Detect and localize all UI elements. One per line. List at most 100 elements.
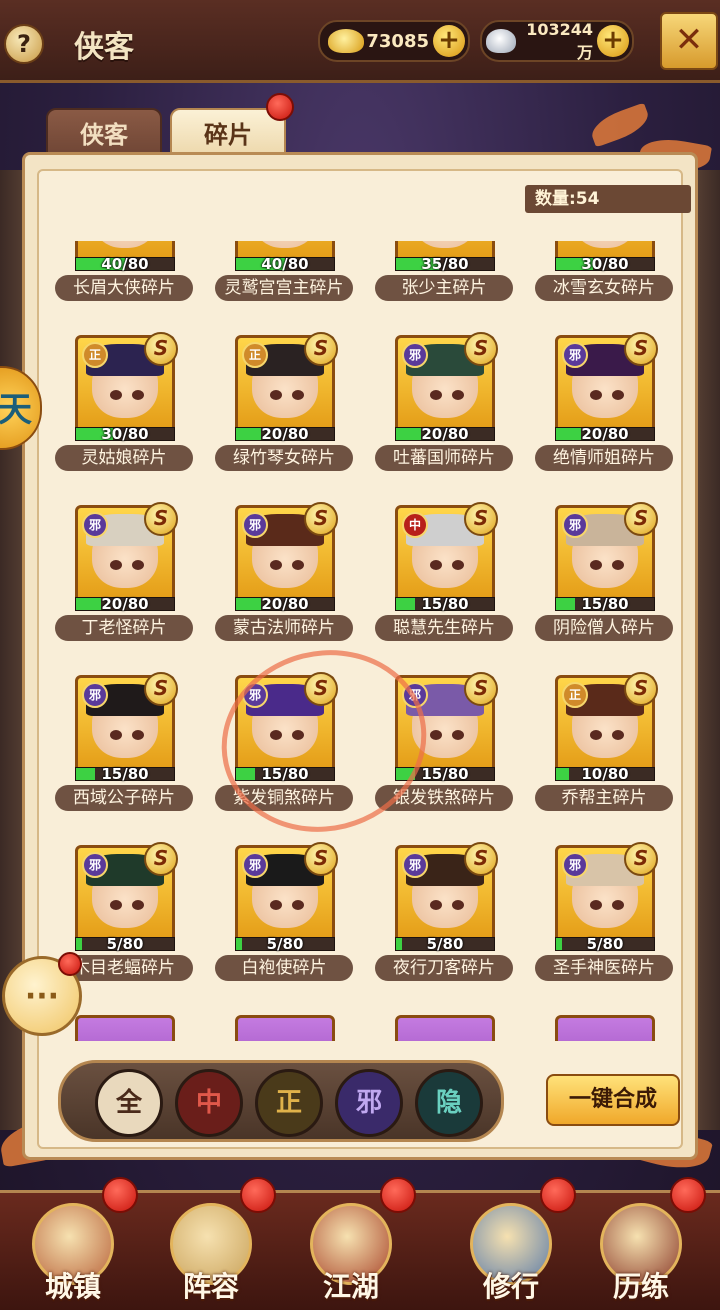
hero-portrait: 邪S bbox=[395, 672, 498, 775]
progress-text: 40/80 bbox=[261, 255, 309, 273]
fragment-card[interactable]: 中 S 15/80 聪慧先生碎片 bbox=[359, 502, 519, 665]
fragment-name: 银发铁煞碎片 bbox=[375, 785, 513, 811]
progress-text: 15/80 bbox=[421, 765, 469, 783]
fragment-card[interactable]: 邪 S 20/80 蒙古法师碎片 bbox=[199, 502, 359, 665]
fragment-card[interactable]: 邪 S 15/80 阴险僧人碎片 bbox=[519, 502, 679, 665]
fragment-progress-bar: 30/80 bbox=[75, 425, 175, 443]
progress-text: 30/80 bbox=[581, 255, 629, 273]
eye-icon bbox=[270, 560, 282, 570]
eye-icon bbox=[452, 900, 464, 910]
add-silver-button[interactable]: + bbox=[597, 25, 629, 57]
fragment-progress-bar: 35/80 bbox=[395, 255, 495, 273]
filter-zhong-button[interactable]: 中 bbox=[175, 1069, 243, 1137]
page-title: 侠客 bbox=[74, 30, 134, 65]
fragment-card[interactable]: 正 S 20/80 绿竹琴女碎片 bbox=[199, 332, 359, 495]
hero-portrait: 邪S bbox=[235, 842, 338, 945]
fragment-card[interactable]: 邪 S 5/80 圣手神医碎片 bbox=[519, 842, 679, 1005]
fragment-progress-bar: 5/80 bbox=[395, 935, 495, 953]
fragment-name: 蒙古法师碎片 bbox=[215, 615, 353, 641]
grade-badge: S bbox=[624, 502, 658, 536]
fragment-name: 长眉大侠碎片 bbox=[55, 275, 193, 301]
fragment-name: 白袍使碎片 bbox=[215, 955, 353, 981]
nav-town[interactable]: 城镇 bbox=[18, 1177, 138, 1310]
progress-text: 5/80 bbox=[266, 935, 304, 953]
fragment-card[interactable]: 邪 S 5/80 夜行刀客碎片 bbox=[359, 842, 519, 1005]
help-button[interactable]: ? bbox=[4, 24, 44, 64]
grade-badge: S bbox=[144, 502, 178, 536]
eye-icon bbox=[110, 900, 122, 910]
face-icon bbox=[92, 241, 158, 248]
fragment-card[interactable]: S35/80张少主碎片 bbox=[359, 241, 519, 325]
nav-lineup[interactable]: 阵容 bbox=[156, 1177, 276, 1310]
fragment-card[interactable]: 正 S 30/80 灵姑娘碎片 bbox=[39, 332, 199, 495]
eye-icon bbox=[612, 730, 624, 740]
progress-text: 20/80 bbox=[261, 425, 309, 443]
filter-zheng-button[interactable]: 正 bbox=[255, 1069, 323, 1137]
notification-dot bbox=[240, 1177, 276, 1213]
eye-icon bbox=[132, 730, 144, 740]
fragment-card[interactable]: S40/80长眉大侠碎片 bbox=[39, 241, 199, 325]
hero-portrait: 邪S bbox=[75, 672, 178, 775]
faction-badge: 正 bbox=[242, 342, 268, 368]
add-gold-button[interactable]: + bbox=[433, 25, 465, 57]
eye-icon bbox=[452, 560, 464, 570]
eye-icon bbox=[110, 730, 122, 740]
fragment-name: 灵姑娘碎片 bbox=[55, 445, 193, 471]
nav-cultivation[interactable]: 修行 bbox=[456, 1177, 576, 1310]
fragment-name: 绿竹琴女碎片 bbox=[215, 445, 353, 471]
eye-icon bbox=[430, 730, 442, 740]
progress-text: 20/80 bbox=[261, 595, 309, 613]
fragment-name: 灵鹫宫宫主碎片 bbox=[215, 275, 353, 301]
fragment-name: 夜行刀客碎片 bbox=[375, 955, 513, 981]
grade-badge: S bbox=[624, 672, 658, 706]
grade-badge: S bbox=[464, 672, 498, 706]
hero-portrait: 邪S bbox=[555, 842, 658, 945]
fragment-card[interactable]: 邪 S 15/80 西域公子碎片 bbox=[39, 672, 199, 835]
fragment-card[interactable]: 邪 S 5/80 白袍使碎片 bbox=[199, 842, 359, 1005]
hero-portrait: 正S bbox=[235, 332, 338, 435]
fragment-progress-bar: 20/80 bbox=[235, 425, 335, 443]
filter-all-button[interactable]: 全 bbox=[95, 1069, 163, 1137]
fragment-card[interactable]: 邪 S 15/80 银发铁煞碎片 bbox=[359, 672, 519, 835]
eye-icon bbox=[292, 390, 304, 400]
fragment-name: 阴险僧人碎片 bbox=[535, 615, 673, 641]
fragment-card[interactable]: S30/80冰雪玄女碎片 bbox=[519, 241, 679, 325]
fragment-card[interactable]: 邪 S 15/80 紫发铜煞碎片 bbox=[199, 672, 359, 835]
eye-icon bbox=[270, 390, 282, 400]
fragment-progress-bar: 20/80 bbox=[235, 595, 335, 613]
fragment-card[interactable]: 正 S 10/80 乔帮主碎片 bbox=[519, 672, 679, 835]
nav-training[interactable]: 历练 bbox=[586, 1177, 706, 1310]
faction-badge: 邪 bbox=[82, 682, 108, 708]
fragment-progress-bar: 5/80 bbox=[235, 935, 335, 953]
nav-label: 历练 bbox=[612, 1270, 669, 1303]
grade-badge: S bbox=[304, 332, 338, 366]
fragment-progress-bar: 20/80 bbox=[395, 425, 495, 443]
faction-badge: 邪 bbox=[562, 852, 588, 878]
one-click-synthesize-button[interactable]: 一键合成 bbox=[546, 1074, 680, 1126]
fragment-card[interactable]: 邪 S 20/80 吐蕃国师碎片 bbox=[359, 332, 519, 495]
eye-icon bbox=[590, 730, 602, 740]
close-button[interactable]: ✕ bbox=[660, 12, 718, 70]
progress-text: 15/80 bbox=[581, 595, 629, 613]
progress-text: 5/80 bbox=[586, 935, 624, 953]
nav-jianghu[interactable]: 江湖 bbox=[296, 1177, 416, 1310]
fragment-count: 数量:54 bbox=[525, 185, 691, 213]
fragment-progress-bar: 30/80 bbox=[555, 255, 655, 273]
gold-ingot-icon bbox=[328, 29, 364, 53]
filter-xie-button[interactable]: 邪 bbox=[335, 1069, 403, 1137]
fragment-card[interactable]: S40/80灵鹫宫宫主碎片 bbox=[199, 241, 359, 325]
hero-portrait: 正S bbox=[555, 672, 658, 775]
fragment-name: 张少主碎片 bbox=[375, 275, 513, 301]
faction-badge: 邪 bbox=[82, 852, 108, 878]
hero-portrait bbox=[235, 1015, 335, 1041]
fragment-name: 圣手神医碎片 bbox=[535, 955, 673, 981]
notification-dot bbox=[266, 93, 294, 121]
fragment-grid[interactable]: S 40/80 长眉大侠碎片 S 40/80 灵鹫宫宫主碎片 S 35/80 张少主碎片 S 30/… bbox=[39, 241, 685, 1041]
eye-icon bbox=[430, 900, 442, 910]
fragment-card[interactable]: 邪 S 20/80 绝情师姐碎片 bbox=[519, 332, 679, 495]
eye-icon bbox=[132, 560, 144, 570]
chat-notification-dot bbox=[58, 952, 82, 976]
fragment-card[interactable]: 邪 S 20/80 丁老怪碎片 bbox=[39, 502, 199, 665]
fragment-progress-bar: 5/80 bbox=[75, 935, 175, 953]
filter-yin-button[interactable]: 隐 bbox=[415, 1069, 483, 1137]
